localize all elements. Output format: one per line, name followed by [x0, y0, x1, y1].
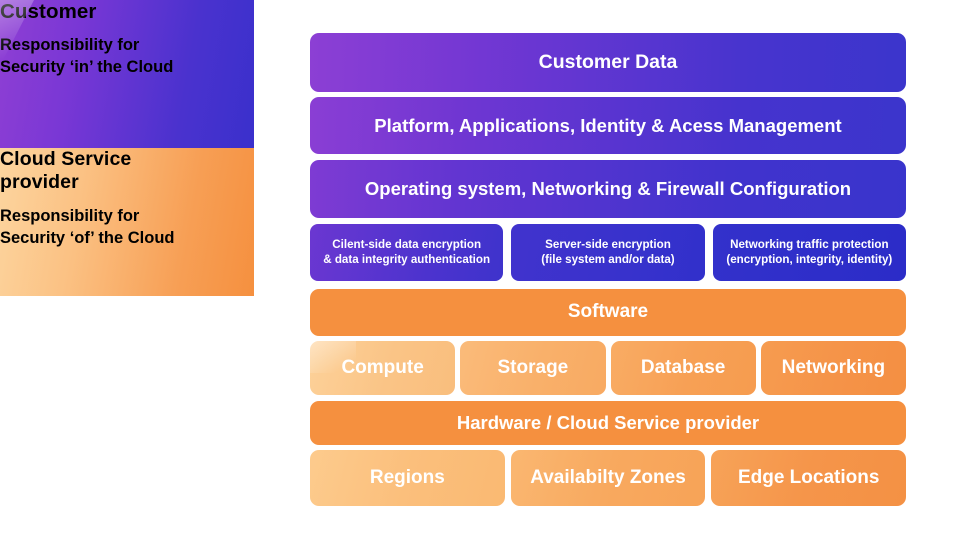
- encryption-cell-networking-traffic: Networking traffic protection (encryptio…: [712, 224, 906, 281]
- layer-operating-system-networking-firewall: Operating system, Networking & Firewall …: [310, 160, 906, 218]
- encryption-cell-networking-traffic-line1: Networking traffic protection: [730, 237, 889, 251]
- services-layer-row: Compute Storage Database Networking: [310, 341, 906, 395]
- location-cell-regions: Regions: [310, 450, 505, 506]
- locations-layer-row: Regions Availabilty Zones Edge Locations: [310, 450, 907, 506]
- layer-software: Software: [310, 289, 906, 336]
- service-cell-compute: Compute: [310, 341, 456, 395]
- location-cell-availability-zones: Availabilty Zones: [510, 450, 706, 506]
- customer-arrow-subtitle-line2: Security ‘in’ the Cloud: [0, 57, 174, 76]
- customer-responsibility-arrow: Customer Responsibility for Security ‘in…: [0, 0, 254, 148]
- provider-arrow-subtitle-line2: Security ‘of’ the Cloud: [0, 228, 175, 247]
- customer-arrow-title: Customer: [0, 0, 97, 23]
- layer-platform-applications-identity: Platform, Applications, Identity & Acess…: [310, 97, 906, 154]
- provider-arrow-subtitle: Responsibility for Security ‘of’ the Clo…: [0, 206, 254, 250]
- location-cell-edge-locations: Edge Locations: [711, 450, 907, 506]
- provider-responsibility-arrow: Cloud Service provider Responsibility fo…: [0, 148, 254, 296]
- provider-arrow-title-line1: Cloud Service: [0, 148, 132, 170]
- encryption-cell-client-side-line1: Cilent-side data encryption: [332, 237, 482, 251]
- provider-arrow-content: Cloud Service provider Responsibility fo…: [0, 148, 254, 250]
- responsibility-layer-stack: Customer Data Platform, Applications, Id…: [310, 33, 907, 506]
- provider-arrow-subtitle-line1: Responsibility for: [0, 207, 140, 226]
- shared-responsibility-diagram: Customer Responsibility for Security ‘in…: [0, 0, 960, 540]
- layer-customer-data: Customer Data: [310, 33, 906, 92]
- encryption-cell-server-side: Server-side encryption (file system and/…: [511, 224, 705, 281]
- provider-arrow-title: Cloud Service provider: [0, 148, 254, 193]
- encryption-layer-row: Cilent-side data encryption & data integ…: [310, 224, 906, 281]
- service-cell-networking: Networking: [760, 341, 906, 395]
- customer-arrow-content: Customer Responsibility for Security ‘in…: [0, 0, 254, 78]
- layer-hardware-cloud-service-provider: Hardware / Cloud Service provider: [310, 401, 906, 445]
- encryption-cell-networking-traffic-line2: (encryption, integrity, identity): [726, 252, 893, 266]
- provider-arrow-title-line2: provider: [0, 170, 79, 193]
- customer-arrow-subtitle-line1: Responsibility for: [0, 35, 140, 54]
- customer-arrow-subtitle: Responsibility for Security ‘in’ the Clo…: [0, 35, 254, 79]
- encryption-cell-client-side-line2: & data integrity authentication: [323, 252, 491, 266]
- encryption-cell-server-side-line1: Server-side encryption: [545, 237, 671, 251]
- service-cell-storage: Storage: [460, 341, 606, 395]
- encryption-cell-client-side: Cilent-side data encryption & data integ…: [310, 224, 504, 281]
- service-cell-database: Database: [610, 341, 756, 395]
- encryption-cell-server-side-line2: (file system and/or data): [541, 252, 675, 266]
